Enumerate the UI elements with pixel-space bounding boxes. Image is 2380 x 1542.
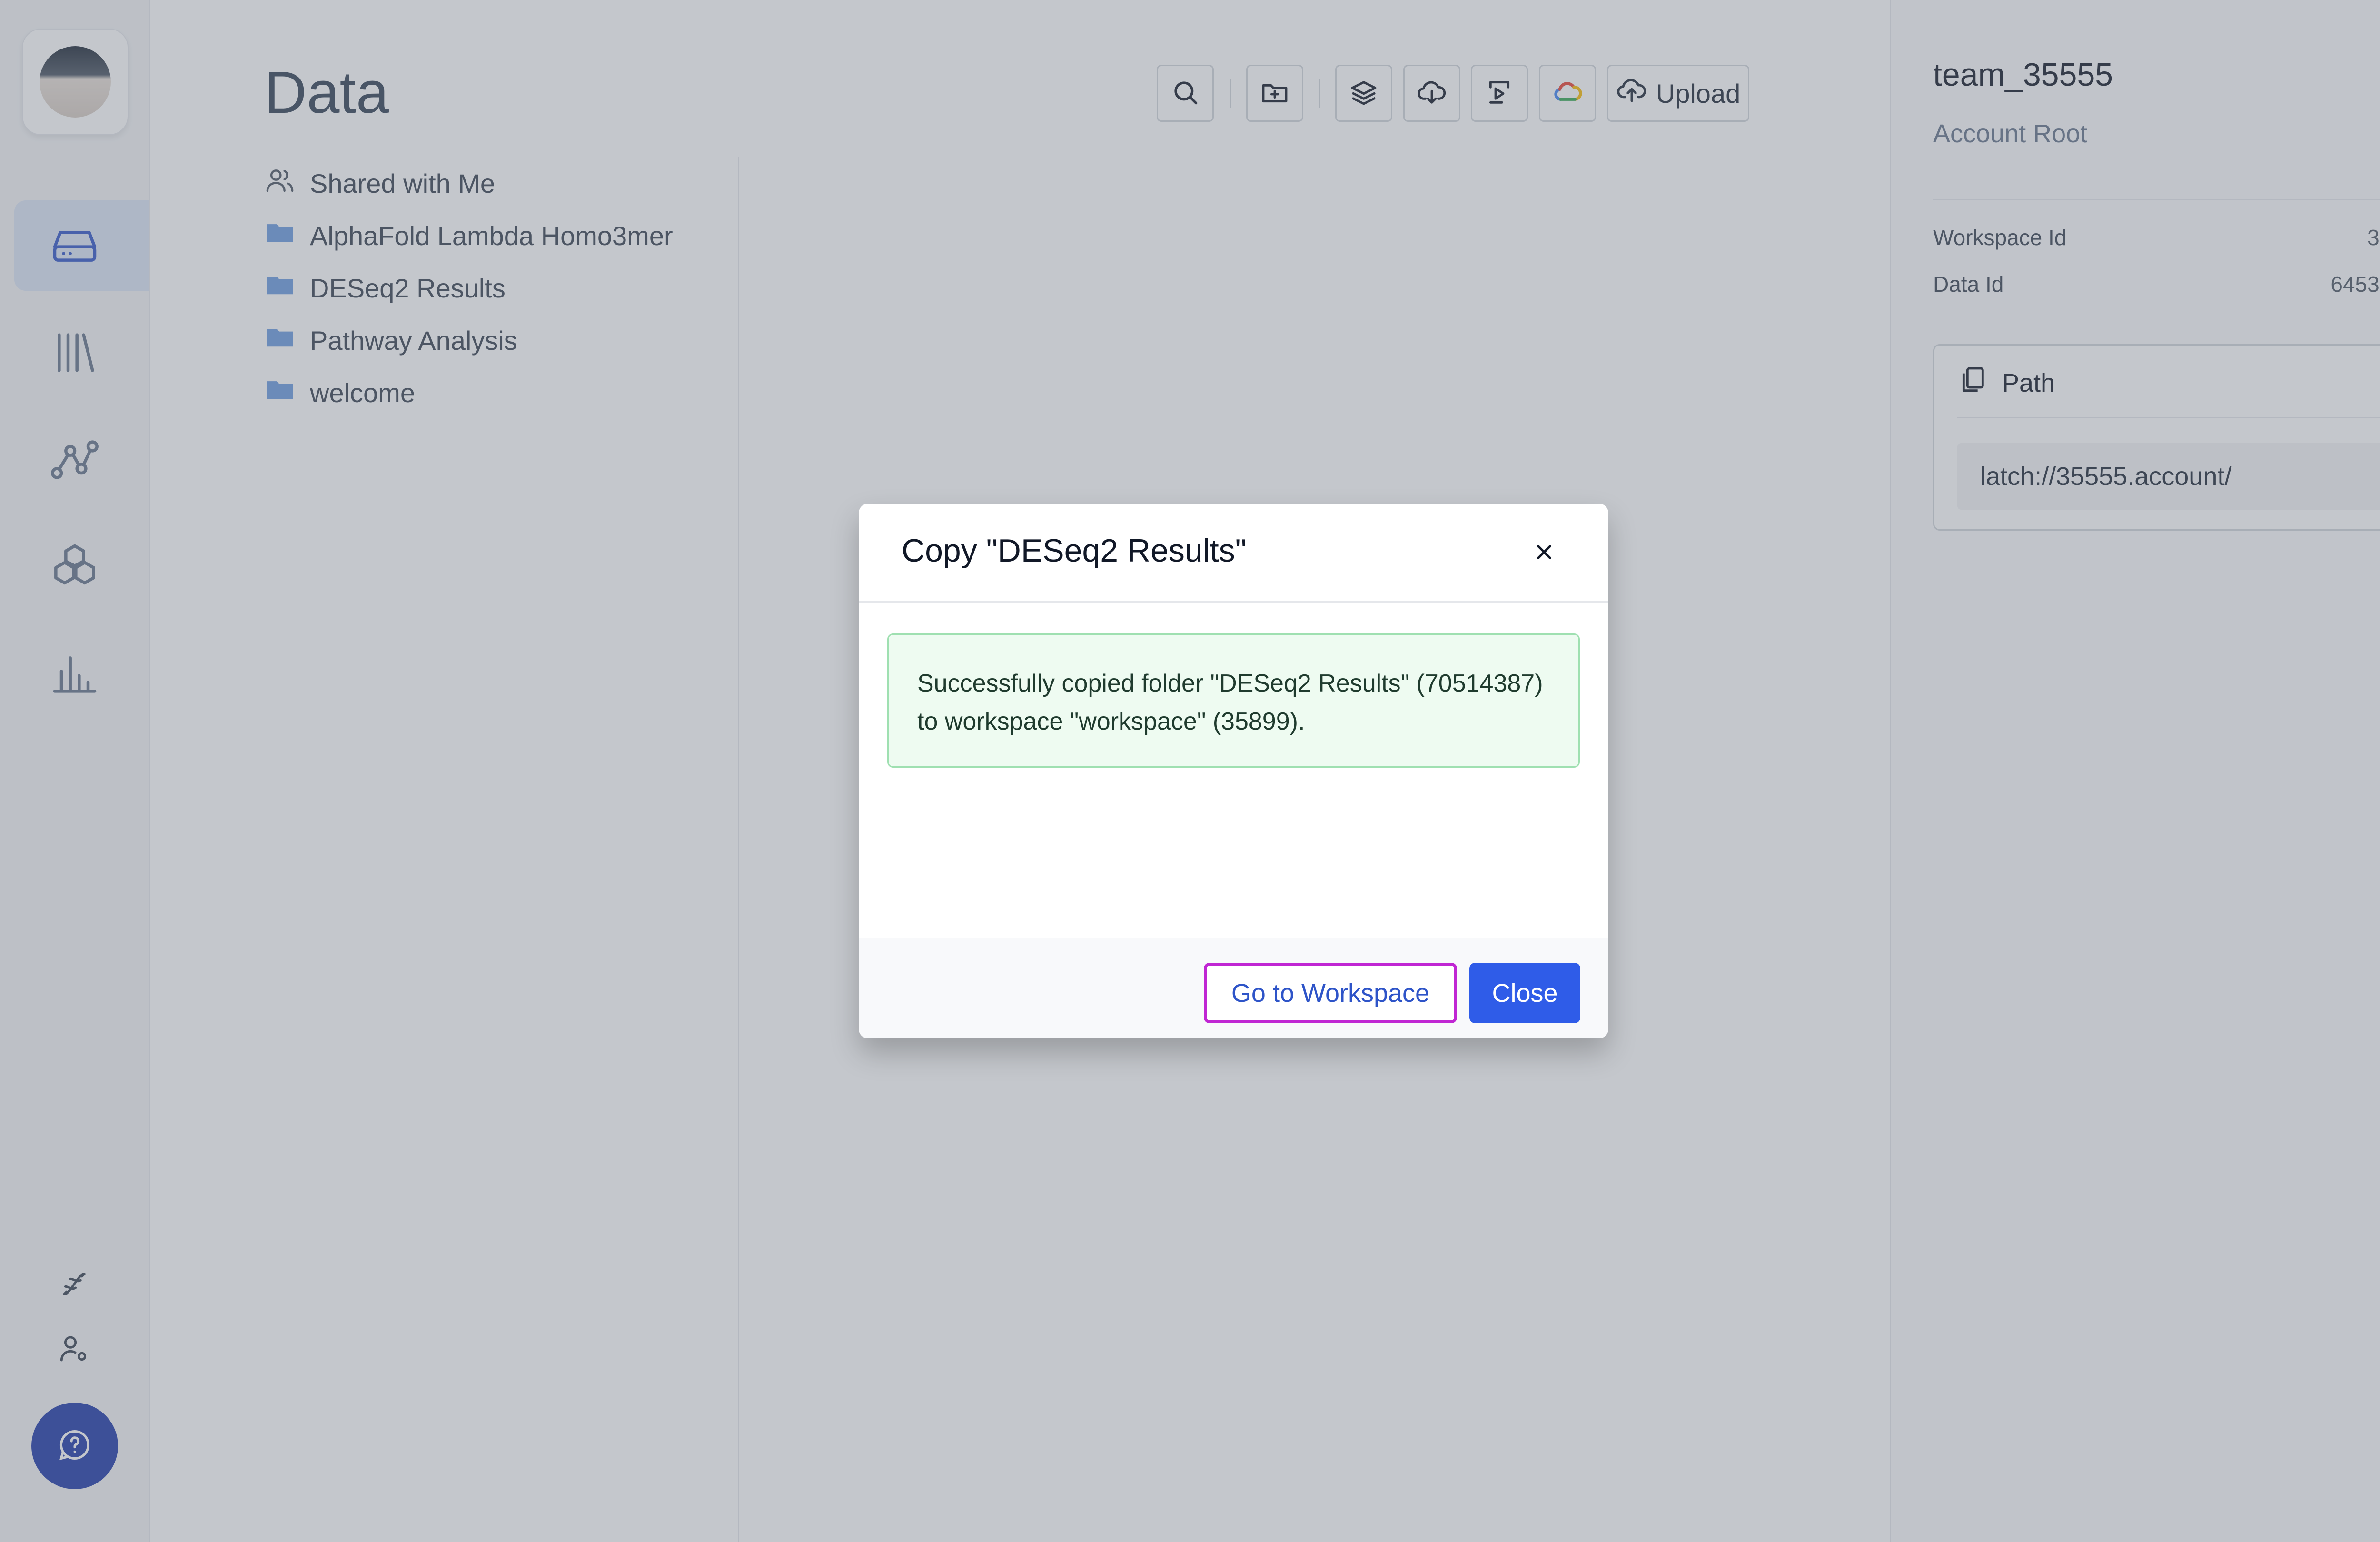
go-to-workspace-button[interactable]: Go to Workspace xyxy=(1204,963,1457,1023)
dialog-footer: Go to Workspace Close xyxy=(859,938,1608,1038)
copy-dialog: Copy "DESeq2 Results" Successfully copie… xyxy=(859,504,1608,1038)
close-icon xyxy=(1532,540,1556,566)
success-alert: Successfully copied folder "DESeq2 Resul… xyxy=(887,633,1580,768)
close-dialog-button[interactable] xyxy=(1525,534,1563,572)
dialog-title: Copy "DESeq2 Results" xyxy=(902,533,1247,569)
app: Data Upload Shared with Me AlphaFold Lam… xyxy=(0,0,2380,1542)
dialog-header: Copy "DESeq2 Results" xyxy=(859,504,1608,603)
close-button[interactable]: Close xyxy=(1469,963,1580,1023)
